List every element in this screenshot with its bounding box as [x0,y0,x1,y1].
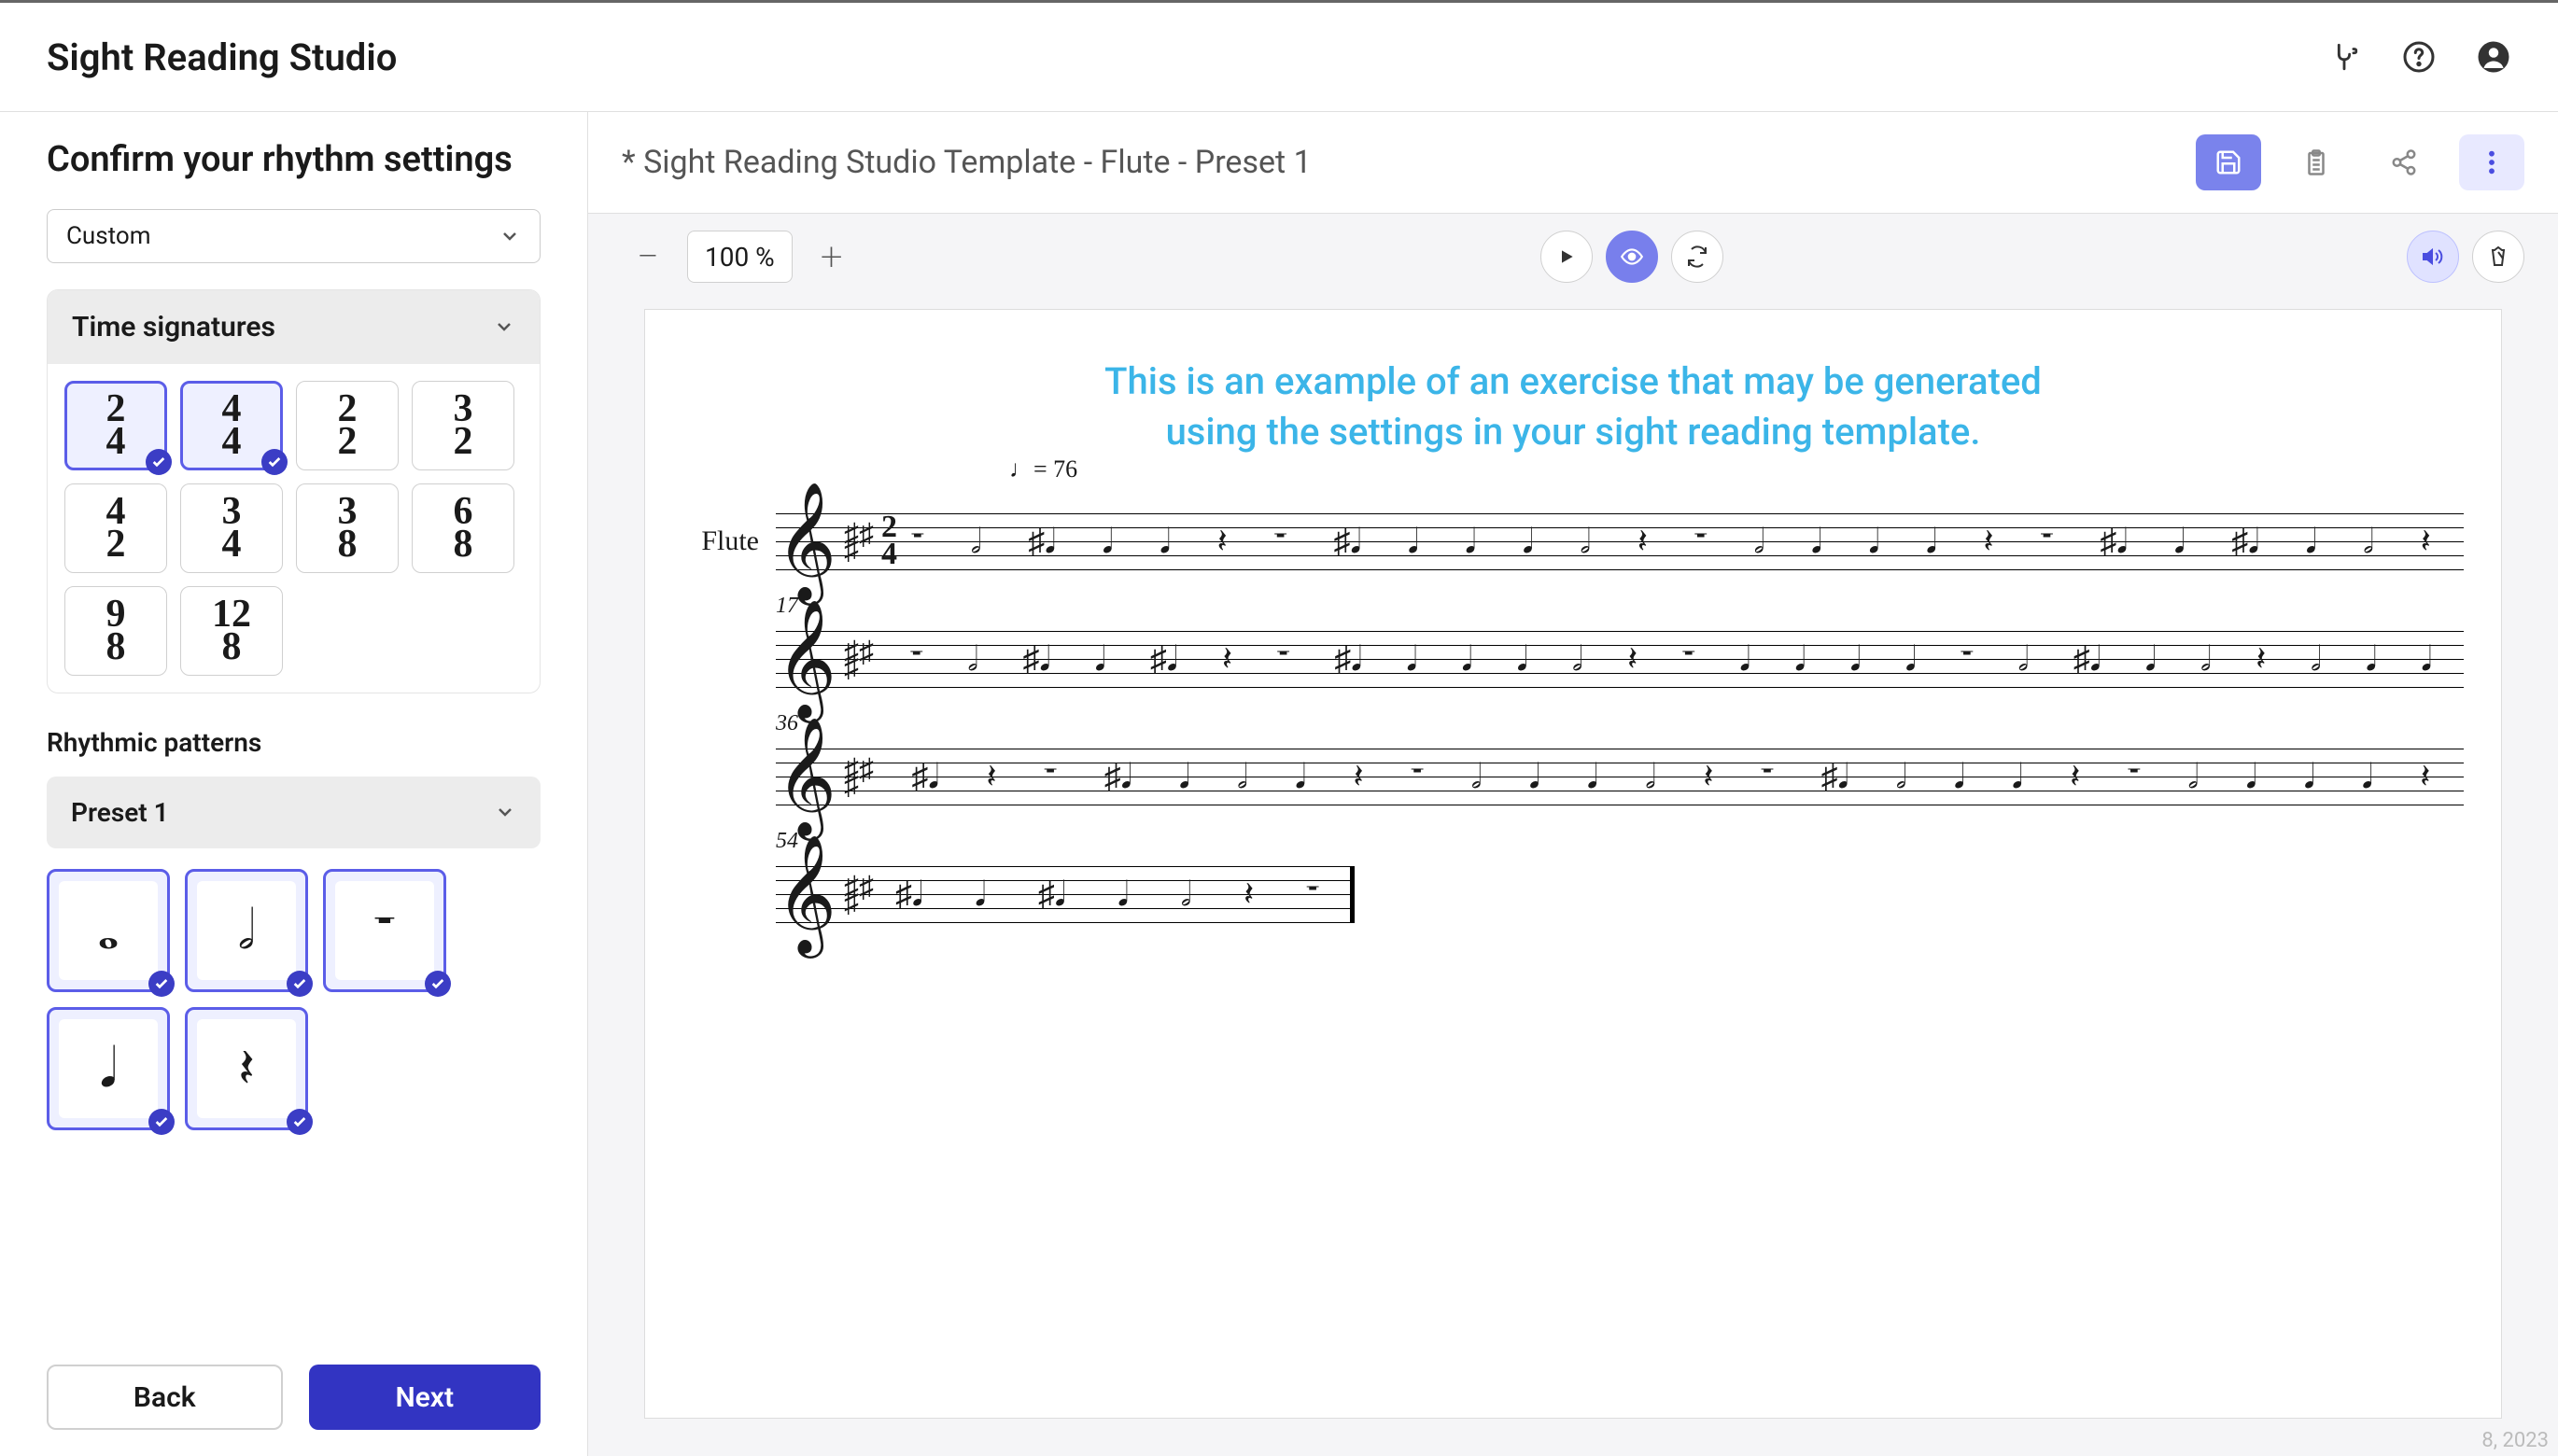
document-actions [2196,134,2524,190]
clef-group: 𝄞 ♯♯♯ 24 [776,497,897,586]
example-line1: This is an example of an exercise that m… [682,357,2464,407]
staff-4: 54 𝄞♯♯♯ ♯𝅘𝅥𝅘𝅥♯𝅘𝅥𝅘𝅥𝅗𝅥𝄽𝄻 [776,866,1355,922]
pattern-grid: 𝅝 𝅗𝅥 𝄻 𝅘𝅥 𝄽 [47,869,541,1130]
rhythmic-preset-header[interactable]: Preset 1 [47,777,541,848]
pattern-tile-quarter-rest[interactable]: 𝄽 [185,1007,308,1130]
toolbar-left: − 100 % + [622,231,858,283]
back-button[interactable]: Back [47,1365,283,1430]
notes-2: 𝄻𝅗𝅥♯𝅘𝅥𝅘𝅥♯𝅘𝅥𝄽𝄻♯𝅘𝅥𝅘𝅥𝅘𝅥𝅘𝅥𝅗𝅥𝄽𝄻𝅘𝅥𝅘𝅥𝅘𝅥𝅘𝅥𝄻𝅗𝅥♯𝅘𝅥… [888,622,2454,696]
sound-button[interactable] [2407,231,2459,283]
check-icon [146,449,172,475]
preview-visibility-button[interactable] [1606,231,1658,283]
tempo-marking: ♩= 76 [1009,455,1077,483]
next-button[interactable]: Next [309,1365,541,1430]
app-title: Sight Reading Studio [47,35,397,79]
chevron-down-icon [494,801,516,823]
time-signatures-card: Time signatures 24442232 42343868 98128 [47,289,541,693]
footer-buttons: Back Next [47,1365,541,1430]
time-signature-tile-2-4[interactable]: 24 [64,381,167,470]
time-signature-tile-6-8[interactable]: 68 [412,483,514,573]
document-title: * Sight Reading Studio Template - Flute … [622,144,1312,181]
time-signatures-grid: 24442232 42343868 98128 [48,364,540,693]
toolbar-center [1540,231,1723,283]
pattern-tile-half-note[interactable]: 𝅗𝅥 [185,869,308,992]
time-signature-tile-12-8[interactable]: 128 [180,586,283,676]
time-signature-tile-9-8[interactable]: 98 [64,586,167,676]
save-button[interactable] [2196,134,2261,190]
share-button[interactable] [2371,134,2437,190]
whole-rest-icon: 𝄻 [335,881,434,980]
check-icon [287,1109,313,1135]
toolbar: − 100 % + [588,214,2558,300]
help-icon[interactable] [2401,39,2437,75]
chevron-down-icon [493,315,515,338]
time-signature-tile-3-2[interactable]: 32 [412,381,514,470]
instrument-label: Flute [682,525,776,557]
pattern-tile-whole-rest[interactable]: 𝄻 [323,869,446,992]
check-icon [148,971,175,997]
play-button[interactable] [1540,231,1593,283]
notes-1: 𝄻𝅗𝅥♯𝅘𝅥𝅘𝅥𝅘𝅥𝄽𝄻♯𝅘𝅥𝅘𝅥𝅘𝅥𝅘𝅥𝅗𝅥𝄽𝄻𝅗𝅥𝅘𝅥𝅘𝅥𝅘𝅥𝄽𝄻♯𝅘𝅥𝅘𝅥… [888,504,2454,579]
toolbar-right [2407,231,2524,283]
sidebar: Confirm your rhythm settings Custom Time… [0,112,588,1456]
preset-dropdown[interactable]: Custom [47,209,541,263]
half-note-icon: 𝅗𝅥 [197,881,296,980]
example-description: This is an example of an exercise that m… [682,357,2464,457]
staff-row-2: 17 𝄞♯♯♯ 𝄻𝅗𝅥♯𝅘𝅥𝅘𝅥♯𝅘𝅥𝄽𝄻♯𝅘𝅥𝅘𝅥𝅘𝅥𝅘𝅥𝅗𝅥𝄽𝄻𝅘𝅥𝅘𝅥𝅘𝅥… [682,631,2464,687]
time-signature-tile-3-8[interactable]: 38 [296,483,399,573]
zoom-in-button[interactable]: + [806,231,858,283]
check-icon [425,971,451,997]
score-area[interactable]: This is an example of an exercise that m… [588,300,2558,1456]
more-menu-button[interactable] [2459,134,2524,190]
time-signature-tile-4-2[interactable]: 42 [64,483,167,573]
pattern-tile-quarter-note[interactable]: 𝅘𝅥 [47,1007,170,1130]
document-header: * Sight Reading Studio Template - Flute … [588,112,2558,214]
staff-2: 17 𝄞♯♯♯ 𝄻𝅗𝅥♯𝅘𝅥𝅘𝅥♯𝅘𝅥𝄽𝄻♯𝅘𝅥𝅘𝅥𝅘𝅥𝅘𝅥𝅗𝅥𝄽𝄻𝅘𝅥𝅘𝅥𝅘𝅥… [776,631,2464,687]
tuning-fork-icon[interactable] [2326,39,2362,75]
check-icon [287,971,313,997]
zoom-out-button[interactable]: − [622,231,674,283]
notes-3: ♯𝅘𝅥𝄽𝄻♯𝅘𝅥𝅘𝅥𝅗𝅥𝅘𝅥𝄽𝄻𝅗𝅥𝅘𝅥𝅘𝅥𝅗𝅥𝄽𝄻♯𝅘𝅥𝅗𝅥𝅘𝅥𝅘𝅥𝄽𝄻𝅗𝅥𝅘… [888,739,2454,814]
preset-dropdown-label: Custom [66,222,151,250]
clipboard-button[interactable] [2284,134,2349,190]
regenerate-button[interactable] [1671,231,1723,283]
final-barline [1350,866,1355,922]
header-icons [2326,39,2511,75]
quarter-rest-icon: 𝄽 [197,1019,296,1118]
footer-timestamp: 8, 2023 [2481,1429,2549,1452]
check-icon [148,1109,175,1135]
staff-row-4: 54 𝄞♯♯♯ ♯𝅘𝅥𝅘𝅥♯𝅘𝅥𝅘𝅥𝅗𝅥𝄽𝄻 [682,866,2464,922]
staff-row-3: 36 𝄞♯♯♯ ♯𝅘𝅥𝄽𝄻♯𝅘𝅥𝅘𝅥𝅗𝅥𝅘𝅥𝄽𝄻𝅗𝅥𝅘𝅥𝅘𝅥𝅗𝅥𝄽𝄻♯𝅘𝅥𝅗𝅥𝅘… [682,749,2464,805]
time-signature-tile-2-2[interactable]: 22 [296,381,399,470]
time-signature-tile-3-4[interactable]: 34 [180,483,283,573]
quarter-note-icon: 𝅘𝅥 [59,1019,158,1118]
example-line2: using the settings in your sight reading… [682,407,2464,457]
treble-clef-icon: 𝄞 [776,511,836,572]
app-header: Sight Reading Studio [0,0,2558,112]
main-panel: * Sight Reading Studio Template - Flute … [588,112,2558,1456]
key-signature: ♯♯♯ [844,526,874,556]
rhythmic-patterns-label: Rhythmic patterns [47,727,541,758]
staff-1: ♩= 76 𝄞 ♯♯♯ 24 𝄻𝅗𝅥♯𝅘𝅥𝅘𝅥𝅘𝅥𝄽𝄻♯𝅘𝅥𝅘𝅥𝅘𝅥𝅘𝅥𝅗𝅥𝄽𝄻… [776,513,2464,569]
check-icon [261,449,288,475]
pattern-tile-whole-note[interactable]: 𝅝 [47,869,170,992]
time-signature-tile-4-4[interactable]: 44 [180,381,283,470]
sidebar-heading: Confirm your rhythm settings [47,138,541,183]
whole-note-icon: 𝅝 [59,881,158,980]
time-signatures-header[interactable]: Time signatures [48,290,540,364]
zoom-level[interactable]: 100 % [687,231,793,283]
time-signatures-label: Time signatures [72,311,275,343]
chevron-down-icon [499,225,521,247]
score-page: This is an example of an exercise that m… [644,309,2502,1419]
account-icon[interactable] [2476,39,2511,75]
staff-row-1: Flute ♩= 76 𝄞 ♯♯♯ 24 𝄻𝅗𝅥♯𝅘𝅥𝅘𝅥𝅘𝅥𝄽𝄻♯𝅘𝅥𝅘𝅥𝅘𝅥… [682,513,2464,569]
rhythmic-preset-label: Preset 1 [71,797,169,828]
metronome-button[interactable] [2472,231,2524,283]
staff-3: 36 𝄞♯♯♯ ♯𝅘𝅥𝄽𝄻♯𝅘𝅥𝅘𝅥𝅗𝅥𝅘𝅥𝄽𝄻𝅗𝅥𝅘𝅥𝅘𝅥𝅗𝅥𝄽𝄻♯𝅘𝅥𝅗𝅥𝅘… [776,749,2464,805]
notes-4: ♯𝅘𝅥𝅘𝅥♯𝅘𝅥𝅘𝅥𝅗𝅥𝄽𝄻 [869,857,1345,931]
